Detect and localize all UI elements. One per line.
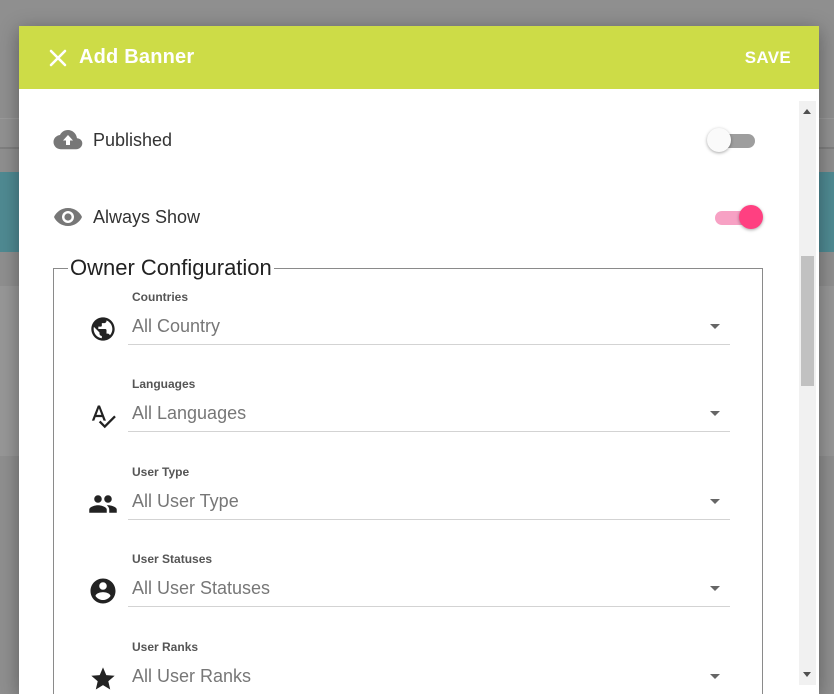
dialog-scrollbar[interactable] [799,101,816,685]
user-statuses-caption: User Statuses [132,552,213,566]
user-ranks-select-value: All User Ranks [132,666,252,686]
owner-configuration-legend: Owner Configuration [68,255,274,281]
languages-select-value: All Languages [132,403,247,423]
chevron-down-icon [710,586,720,591]
published-toggle-thumb [707,128,731,152]
chevron-down-icon [710,499,720,504]
user-ranks-caption: User Ranks [132,640,199,654]
countries-select-value: All Country [132,316,221,336]
scroll-down-arrow-icon[interactable] [803,672,811,677]
scrollbar-thumb[interactable] [801,256,814,386]
published-label: Published [93,129,173,150]
user-statuses-select[interactable]: All User Statuses [128,572,730,607]
spellcheck-icon [88,401,118,431]
close-icon [49,49,67,66]
add-banner-dialog: Add Banner SAVE Published Always Show Ow… [19,26,819,694]
dialog-body: Published Always Show Owner Configuratio… [19,89,799,694]
user-type-select[interactable]: All User Type [128,485,730,520]
save-button[interactable]: SAVE [745,44,791,72]
chevron-down-icon [710,411,720,416]
user-ranks-select[interactable]: All User Ranks [128,660,730,694]
countries-select-group: Countries All Country [88,290,730,370]
always-show-label: Always Show [93,206,201,227]
owner-configuration-section: Owner Configuration Countries All Countr… [53,255,763,694]
account-circle-icon [88,576,118,606]
globe-icon [88,314,118,344]
user-statuses-select-group: User Statuses All User Statuses [88,552,730,632]
user-statuses-select-value: All User Statuses [132,578,271,598]
eye-icon [53,202,83,232]
user-ranks-select-group: User Ranks All User Ranks [88,640,730,694]
languages-caption: Languages [132,377,196,391]
countries-select[interactable]: All Country [128,310,730,345]
close-button[interactable] [47,47,69,69]
user-type-select-group: User Type All User Type [88,465,730,545]
always-show-row: Always Show [53,197,763,237]
user-type-select-value: All User Type [132,491,239,511]
scroll-up-arrow-icon[interactable] [803,109,811,114]
chevron-down-icon [710,674,720,679]
published-row: Published [53,120,757,160]
dialog-title: Add Banner [79,46,195,68]
people-icon [88,489,118,519]
cloud-upload-icon [53,125,83,155]
always-show-toggle-thumb [739,205,763,229]
languages-select[interactable]: All Languages [128,397,730,432]
star-icon [88,664,118,694]
published-toggle[interactable] [707,127,757,153]
always-show-toggle[interactable] [713,204,763,230]
chevron-down-icon [710,324,720,329]
dialog-header: Add Banner SAVE [19,26,819,89]
user-type-caption: User Type [132,465,190,479]
countries-caption: Countries [132,290,189,304]
languages-select-group: Languages All Languages [88,377,730,457]
